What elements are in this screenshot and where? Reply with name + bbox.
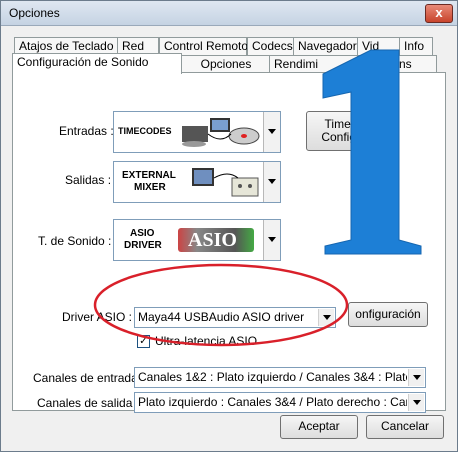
accept-button[interactable]: Aceptar — [280, 415, 358, 439]
close-icon[interactable]: x — [435, 5, 442, 20]
close-button[interactable]: x — [425, 4, 453, 23]
highlight-ellipse — [93, 263, 349, 347]
options-dialog: Opciones x Atajos de Teclado Red Control… — [0, 0, 458, 452]
tab-configuracion-sonido[interactable]: Configuración de Sonido — [12, 53, 182, 74]
window-title: Opciones — [9, 6, 60, 20]
cancel-button[interactable]: Cancelar — [366, 415, 444, 439]
title-bar[interactable]: Opciones x — [1, 1, 457, 26]
dialog-body: Atajos de Teclado Red Control Remoto Cod… — [1, 26, 457, 451]
